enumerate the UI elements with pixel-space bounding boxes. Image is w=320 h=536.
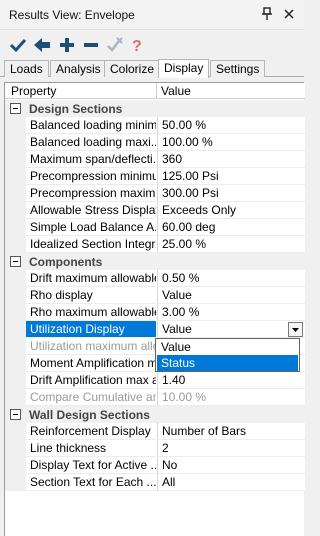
property-name: Balanced loading minim... (26, 117, 156, 134)
property-value[interactable]: 10.00 % (157, 389, 305, 406)
category-design-sections[interactable]: Design Sections (5, 100, 305, 117)
category-label: Design Sections (29, 102, 123, 116)
property-name: Utilization maximum allo... (26, 338, 156, 355)
property-name: Drift maximum allowable (26, 270, 156, 287)
property-name: Rho display (26, 287, 156, 304)
title-bar: Results View: Envelope (0, 0, 304, 30)
property-row[interactable]: Compare Cumulative an... 10.00 % (5, 389, 305, 406)
category-wall-design-sections[interactable]: Wall Design Sections (5, 406, 305, 423)
property-row[interactable]: Line thickness 2 (5, 440, 305, 457)
property-row[interactable]: Precompression minimu... 125.00 Psi (5, 168, 305, 185)
property-value[interactable]: 50.00 % (157, 117, 305, 134)
dropdown-button[interactable] (288, 322, 303, 337)
property-grid: Property Value Design Sections Balanced … (4, 82, 305, 536)
property-name: Line thickness (26, 440, 156, 457)
property-row[interactable]: Maximum span/deflecti... 360 (5, 151, 305, 168)
property-row-selected[interactable]: Utilization Display Value (5, 321, 305, 338)
close-icon[interactable] (282, 6, 296, 22)
category-components[interactable]: Components (5, 253, 305, 270)
property-name: Idealized Section Integr... (26, 236, 156, 253)
results-view-panel: Results View: Envelope ? Loads Analysis … (0, 0, 305, 536)
property-name: Simple Load Balance A... (26, 219, 156, 236)
help-icon[interactable]: ? (126, 34, 148, 56)
property-value[interactable]: No (157, 457, 305, 474)
property-column-header[interactable]: Property (11, 84, 56, 98)
property-value[interactable]: 1.40 (157, 372, 305, 389)
property-name: Section Text for Each ... (26, 474, 156, 491)
chevron-down-icon (292, 327, 299, 332)
utilization-display-select[interactable]: Value (157, 321, 305, 338)
property-value[interactable]: 2 (157, 440, 305, 457)
property-value[interactable]: Number of Bars (157, 423, 305, 440)
property-row[interactable]: Section Text for Each ... All (5, 474, 305, 491)
check-icon[interactable] (7, 34, 29, 56)
toolbar: ? (0, 31, 304, 59)
property-name: Display Text for Active ... (26, 457, 156, 474)
tab-colorize[interactable]: Colorize (104, 60, 161, 77)
collapse-icon[interactable] (10, 103, 21, 114)
property-row[interactable]: Drift Amplification max a... 1.40 (5, 372, 305, 389)
pin-icon[interactable] (260, 6, 274, 22)
grid-header: Property Value (5, 83, 305, 99)
property-row[interactable]: Reinforcement Display Number of Bars (5, 423, 305, 440)
property-name: Precompression maxim... (26, 185, 156, 202)
tab-settings[interactable]: Settings (210, 60, 266, 77)
property-row[interactable]: Allowable Stress Display Exceeds Only (5, 202, 305, 219)
property-name: Balanced loading maxi... (26, 134, 156, 151)
property-value[interactable]: 25.00 % (157, 236, 305, 253)
property-row[interactable]: Rho maximum allowable 3.00 % (5, 304, 305, 321)
tab-display[interactable]: Display (158, 59, 210, 78)
property-value[interactable]: 360 (157, 151, 305, 168)
value-column-header[interactable]: Value (161, 84, 191, 98)
property-name: Drift Amplification max a... (26, 372, 156, 389)
property-value[interactable]: 100.00 % (157, 134, 305, 151)
property-row[interactable]: Balanced loading minim... 50.00 % (5, 117, 305, 134)
tab-analysis[interactable]: Analysis (50, 60, 107, 77)
property-name: Compare Cumulative an... (26, 389, 156, 406)
property-value[interactable]: 60.00 deg (157, 219, 305, 236)
property-row[interactable]: Simple Load Balance A... 60.00 deg (5, 219, 305, 236)
property-value[interactable]: 0.50 % (157, 270, 305, 287)
property-value[interactable]: Value (157, 287, 305, 304)
property-name: Precompression minimu... (26, 168, 156, 185)
property-value[interactable]: 3.00 % (157, 304, 305, 321)
property-row[interactable]: Drift maximum allowable 0.50 % (5, 270, 305, 287)
window-title: Results View: Envelope (9, 8, 135, 22)
tab-loads[interactable]: Loads (4, 60, 49, 77)
property-row[interactable]: Balanced loading maxi... 100.00 % (5, 134, 305, 151)
check-all-icon[interactable] (104, 34, 126, 56)
column-divider[interactable] (156, 83, 157, 99)
arrow-left-icon[interactable] (31, 34, 53, 56)
dropdown-option-status[interactable]: Status (157, 355, 298, 371)
property-name: Moment Amplification m... (26, 355, 156, 372)
property-row[interactable]: Precompression maxim... 300.00 Psi (5, 185, 305, 202)
property-name: Allowable Stress Display (26, 202, 156, 219)
property-value[interactable]: All (157, 474, 305, 491)
property-name: Utilization Display (26, 321, 156, 338)
property-name: Rho maximum allowable (26, 304, 156, 321)
svg-text:?: ? (132, 38, 142, 54)
property-row[interactable]: Rho display Value (5, 287, 305, 304)
collapse-icon[interactable] (10, 409, 21, 420)
collapse-icon[interactable] (10, 256, 21, 267)
property-value[interactable]: 300.00 Psi (157, 185, 305, 202)
property-row[interactable]: Idealized Section Integr... 25.00 % (5, 236, 305, 253)
category-label: Components (29, 255, 103, 269)
utilization-dropdown-list: Value Status (155, 338, 300, 372)
dropdown-option-value[interactable]: Value (157, 339, 298, 355)
property-value[interactable]: Exceeds Only (157, 202, 305, 219)
property-row[interactable]: Display Text for Active ... No (5, 457, 305, 474)
category-label: Wall Design Sections (29, 408, 150, 422)
property-name: Maximum span/deflecti... (26, 151, 156, 168)
minus-icon[interactable] (80, 34, 102, 56)
property-name: Reinforcement Display (26, 423, 156, 440)
property-value[interactable]: 125.00 Psi (157, 168, 305, 185)
plus-icon[interactable] (56, 34, 78, 56)
tab-bar: Loads Analysis Colorize Display Settings (0, 59, 304, 78)
